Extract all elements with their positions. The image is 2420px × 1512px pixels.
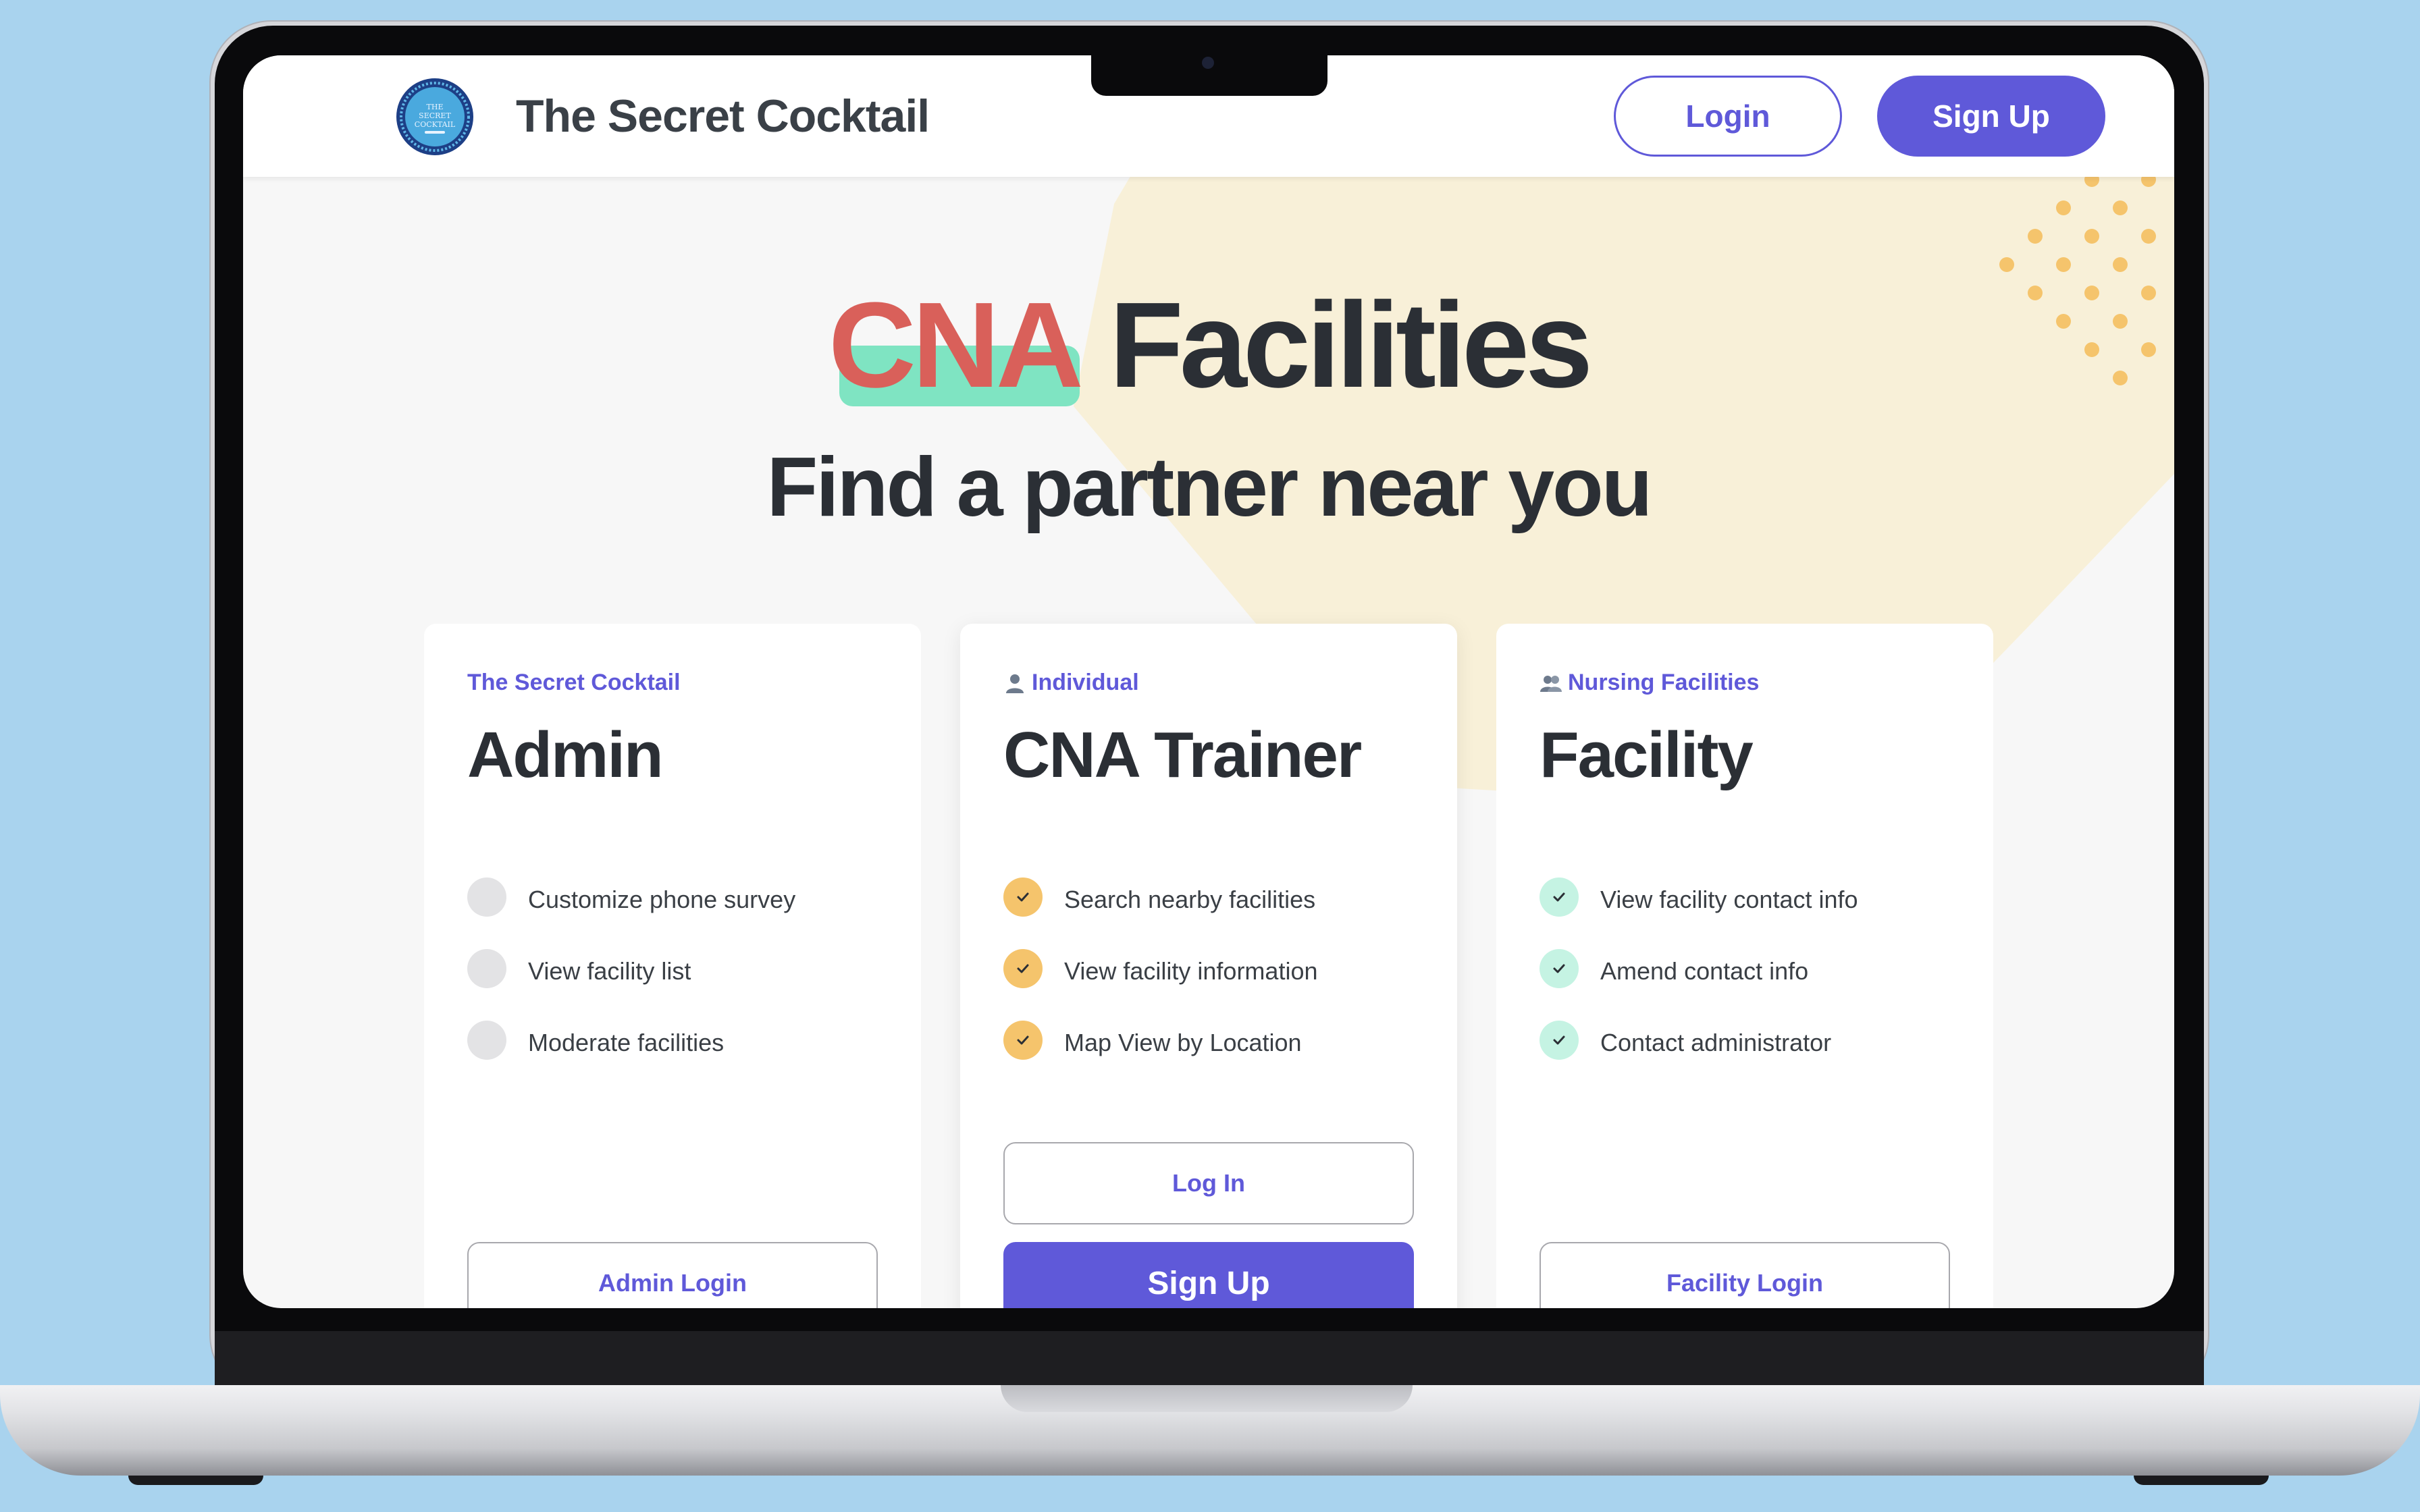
cna-signup-button[interactable]: Sign Up: [1003, 1242, 1414, 1308]
feature-text: Contact administrator: [1600, 1029, 1832, 1056]
feature-text: View facility list: [528, 957, 691, 985]
admin-card: The Secret Cocktail Admin Customize phon…: [424, 624, 921, 1308]
check-icon: [1003, 878, 1043, 917]
pattern-dot: [2113, 200, 2128, 215]
signup-button[interactable]: Sign Up: [1877, 76, 2105, 157]
bullet-icon: [467, 878, 506, 917]
bullet-icon: [467, 1021, 506, 1060]
card-eyebrow-text: Nursing Facilities: [1568, 670, 1760, 695]
card-title: Admin: [467, 719, 664, 791]
facility-login-button[interactable]: Facility Login: [1540, 1242, 1950, 1308]
check-icon: [1003, 949, 1043, 988]
feature-text: Moderate facilities: [528, 1029, 725, 1056]
laptop-foot-right: [2134, 1476, 2269, 1485]
laptop-chin: [215, 1331, 2204, 1385]
pattern-dot: [2141, 229, 2156, 244]
feature-item: Amend contact info: [1540, 949, 1858, 1029]
laptop-foot-left: [128, 1476, 263, 1485]
feature-text: View facility contact info: [1600, 886, 1858, 913]
camera-icon: [1202, 57, 1214, 69]
login-button[interactable]: Login: [1614, 76, 1842, 157]
brand-name[interactable]: The Secret Cocktail: [516, 89, 930, 143]
cna-trainer-card: Individual CNA Trainer Search nearby fac…: [960, 624, 1457, 1308]
pattern-dot: [2113, 257, 2128, 272]
pattern-dot: [2056, 257, 2071, 272]
check-icon: [1540, 1021, 1579, 1060]
feature-text: Map View by Location: [1064, 1029, 1302, 1056]
hero-title-rest: Facilities: [1109, 277, 1593, 413]
check-icon: [1003, 1021, 1043, 1060]
feature-item: Customize phone survey: [467, 878, 796, 957]
browser-viewport: THE SECRET COCKTAIL The Secret Cocktail …: [243, 55, 2174, 1308]
hero-title: CNA Facilities: [243, 278, 2174, 413]
feature-item: Map View by Location: [1003, 1021, 1318, 1100]
people-icon: [1540, 675, 1562, 692]
bullet-icon: [467, 949, 506, 988]
card-eyebrow-text: The Secret Cocktail: [467, 670, 681, 695]
feature-list: View facility contact info Amend contact…: [1540, 878, 1858, 1100]
check-icon: [1540, 878, 1579, 917]
feature-text: View facility information: [1064, 957, 1318, 985]
laptop-base-notch: [1001, 1385, 1413, 1412]
pattern-dot: [2028, 229, 2043, 244]
feature-item: Contact administrator: [1540, 1021, 1858, 1100]
pattern-dot: [1999, 257, 2014, 272]
card-title: CNA Trainer: [1003, 719, 1362, 791]
logo-text-1: THE: [427, 103, 444, 111]
card-eyebrow: Individual: [1003, 670, 1139, 696]
feature-text: Customize phone survey: [528, 886, 796, 913]
logo-text-2: SECRET: [419, 111, 451, 120]
feature-item: View facility contact info: [1540, 878, 1858, 957]
logo-text-3: COCKTAIL: [415, 120, 456, 129]
hero-title-accent-text: CNA: [828, 277, 1084, 413]
feature-list: Customize phone survey View facility lis…: [467, 878, 796, 1100]
feature-item: Search nearby facilities: [1003, 878, 1318, 957]
person-icon: [1006, 674, 1024, 693]
check-icon: [1540, 949, 1579, 988]
pattern-dot: [2084, 229, 2099, 244]
card-eyebrow: The Secret Cocktail: [467, 670, 681, 696]
hero-title-accent: CNA: [828, 277, 1084, 413]
facility-card: Nursing Facilities Facility View facilit…: [1496, 624, 1993, 1308]
feature-item: View facility information: [1003, 949, 1318, 1029]
card-eyebrow: Nursing Facilities: [1540, 670, 1759, 696]
feature-item: View facility list: [467, 949, 795, 1029]
feature-text: Search nearby facilities: [1064, 886, 1316, 913]
feature-list: Search nearby facilities View facility i…: [1003, 878, 1318, 1100]
cna-login-button[interactable]: Log In: [1003, 1142, 1414, 1224]
card-eyebrow-text: Individual: [1032, 670, 1139, 695]
card-title: Facility: [1540, 719, 1754, 791]
hero-subtitle: Find a partner near you: [766, 441, 1652, 534]
brand-logo[interactable]: THE SECRET COCKTAIL: [395, 77, 475, 157]
admin-login-button[interactable]: Admin Login: [467, 1242, 878, 1308]
pattern-dot: [2056, 200, 2071, 215]
feature-item: Moderate facilities: [467, 1021, 795, 1100]
feature-text: Amend contact info: [1600, 957, 1809, 985]
